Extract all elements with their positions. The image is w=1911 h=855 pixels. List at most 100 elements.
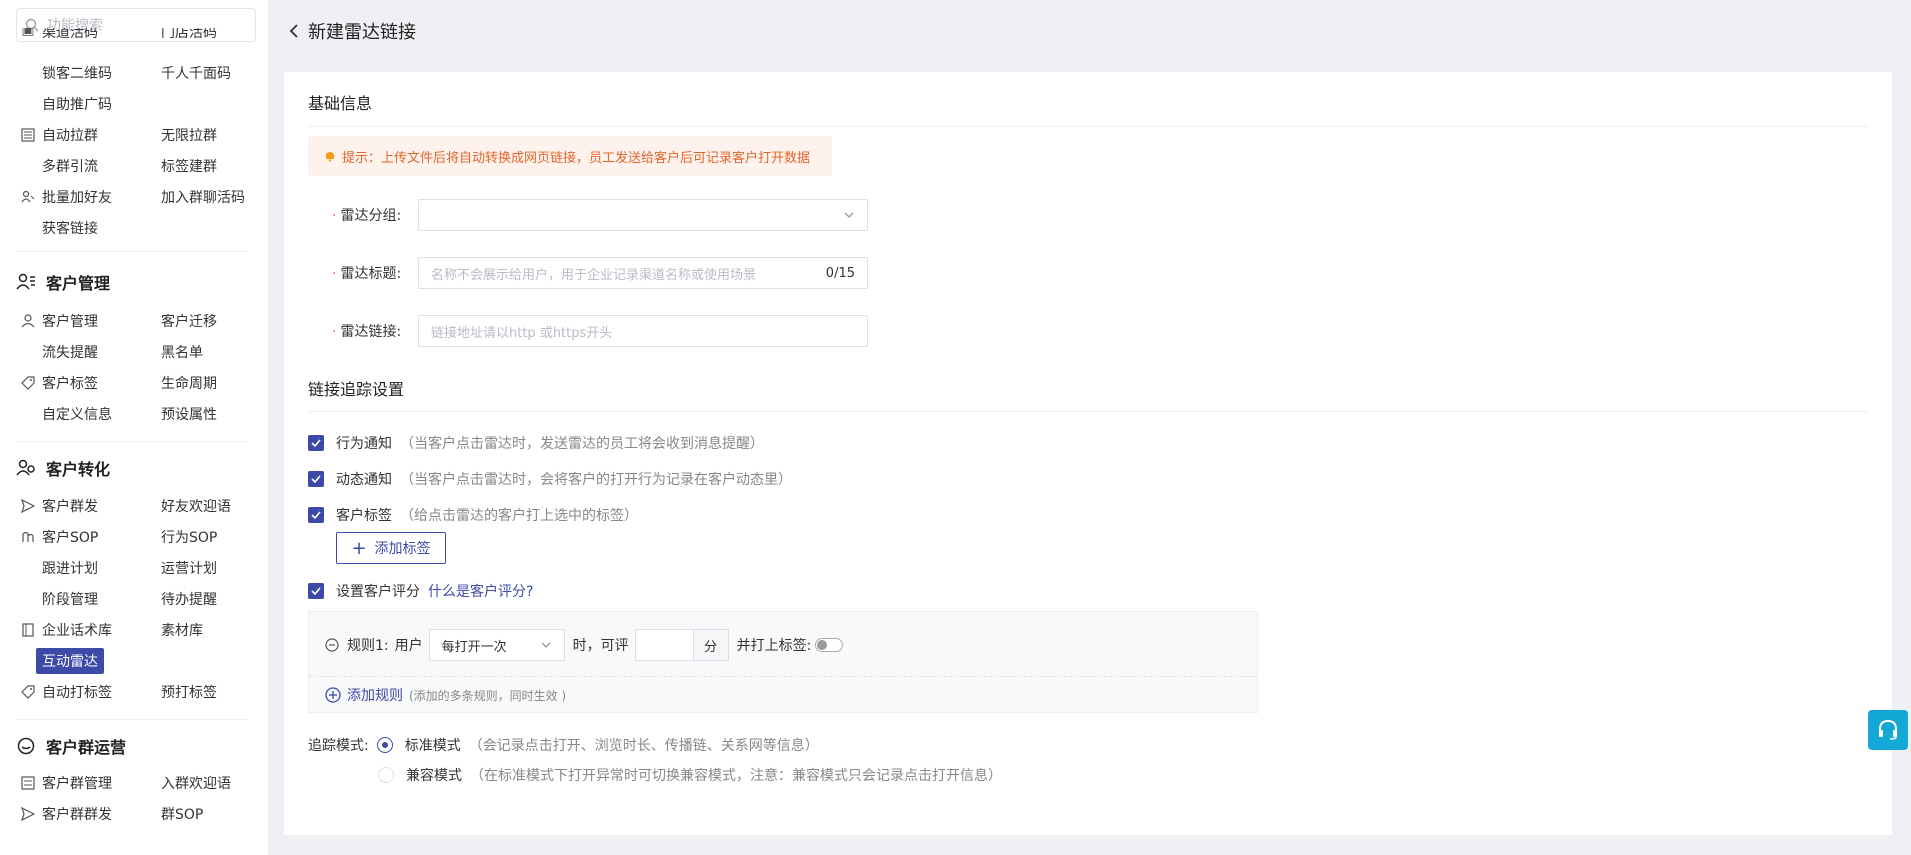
score-row: 设置客户评分 什么是客户评分? — [308, 581, 533, 601]
sidebar-item[interactable]: 锁客二维码 — [42, 63, 112, 83]
minus-circle-icon[interactable] — [325, 638, 339, 652]
rule-score-input[interactable] — [634, 629, 693, 661]
divider — [16, 251, 248, 252]
customer-service-button[interactable] — [1868, 710, 1908, 750]
sidebar-item[interactable]: 生命周期 — [161, 373, 217, 393]
sidebar-row: 互动雷达 — [0, 645, 268, 676]
sidebar-item[interactable]: 黑名单 — [161, 342, 203, 362]
sidebar-item[interactable]: 客户管理 — [42, 311, 98, 331]
sidebar-row: 自助推广码 — [0, 88, 268, 119]
title-input[interactable]: 名称不会展示给用户，用于企业记录渠道名称或使用场景 0/15 — [418, 257, 868, 289]
sidebar-item[interactable]: 客户群管理 — [42, 773, 112, 793]
dynamic-notify-checkbox[interactable] — [308, 471, 324, 487]
chevron-down-icon — [541, 642, 551, 648]
sidebar-item[interactable]: 自定义信息 — [42, 404, 112, 424]
link-input[interactable]: 链接地址请以http 或https开头 — [418, 315, 868, 347]
sidebar-item[interactable]: 客户迁移 — [161, 311, 217, 331]
behavior-notify-hint: （当客户点击雷达时，发送雷达的员工将会收到消息提醒） — [400, 436, 764, 452]
divider — [308, 126, 1868, 127]
group-select[interactable] — [418, 199, 868, 231]
plus-circle-icon — [325, 687, 341, 703]
rule-tag-toggle[interactable] — [815, 638, 844, 652]
divider — [308, 411, 1868, 412]
sidebar-item-store-code[interactable]: 门店活码 — [161, 28, 217, 42]
add-tag-button[interactable]: + 添加标签 — [336, 532, 446, 564]
sidebar-item[interactable]: 批量加好友 — [42, 187, 112, 207]
send-icon — [20, 806, 36, 822]
rule-user-label: 用户 — [394, 638, 423, 654]
sidebar-row: 客户SOP 行为SOP — [0, 521, 268, 552]
bell-icon — [326, 152, 334, 162]
sidebar-item-channel-code[interactable]: 渠道活码 — [42, 28, 98, 42]
group-label: · 雷达分组: — [332, 208, 402, 224]
sidebar-item[interactable]: 客户群发 — [42, 496, 98, 516]
add-friend-icon — [20, 189, 36, 205]
score-label: 设置客户评分 — [336, 584, 420, 600]
sidebar-item[interactable]: 流失提醒 — [42, 342, 98, 362]
sop-icon — [20, 529, 36, 545]
sidebar-item[interactable]: 跟进计划 — [42, 558, 98, 578]
sidebar-item[interactable]: 好友欢迎语 — [161, 496, 231, 516]
rule-box: 规则1: 用户 每打开一次 时，可评 分 并打上标签: 添加规则 (添加的多条规… — [308, 611, 1258, 713]
sidebar-item[interactable]: 自动打标签 — [42, 682, 112, 702]
dynamic-notify-label: 动态通知 — [336, 472, 392, 488]
sidebar-row: 自动拉群 无限拉群 — [0, 119, 268, 150]
dynamic-notify-row: 动态通知 （当客户点击雷达时，会将客户的打开行为记录在客户动态里） — [308, 469, 792, 489]
sidebar-row: 自定义信息 预设属性 — [0, 398, 268, 429]
sidebar-item[interactable]: 客户标签 — [42, 373, 98, 393]
rule-tag-label: 并打上标签: — [736, 638, 812, 654]
add-rule-button[interactable]: 添加规则 (添加的多条规则，同时生效 ) — [325, 685, 566, 705]
tip-banner: 提示：上传文件后将自动转换成网页链接，员工发送给客户后可记录客户打开数据 — [308, 136, 832, 176]
sidebar-item[interactable]: 企业话术库 — [42, 620, 112, 640]
sidebar-item[interactable]: 获客链接 — [42, 218, 98, 238]
divider — [16, 719, 248, 720]
standard-mode-radio[interactable] — [376, 737, 393, 753]
tag-icon — [20, 684, 36, 700]
qrcode-icon: ▣ — [21, 28, 35, 38]
sidebar-item[interactable]: 预打标签 — [161, 682, 217, 702]
behavior-notify-checkbox[interactable] — [308, 435, 324, 451]
sidebar-item[interactable]: 客户SOP — [42, 527, 98, 547]
sidebar-row: 多群引流 标签建群 — [0, 150, 268, 181]
sidebar-item[interactable]: 群SOP — [161, 804, 203, 824]
sidebar-item[interactable]: 自助推广码 — [42, 94, 112, 114]
what-is-score-link[interactable]: 什么是客户评分? — [428, 581, 533, 601]
sidebar-item[interactable]: 行为SOP — [161, 527, 217, 547]
sidebar-row-partial: ▣ 渠道活码 门店活码 — [0, 28, 268, 44]
user-icon — [20, 313, 36, 329]
compat-mode-label: 兼容模式 — [406, 768, 462, 784]
sidebar-item[interactable]: 阶段管理 — [42, 589, 98, 609]
sidebar-item[interactable]: 多群引流 — [42, 156, 98, 176]
score-checkbox[interactable] — [308, 583, 324, 599]
link-label: · 雷达链接: — [332, 324, 402, 340]
back-chevron-icon[interactable] — [288, 23, 300, 39]
sidebar-item[interactable]: 素材库 — [161, 620, 203, 640]
sidebar-row: 批量加好友 加入群聊活码 — [0, 181, 268, 212]
rule-frequency-select[interactable]: 每打开一次 — [428, 629, 565, 661]
sidebar-item[interactable]: 自动拉群 — [42, 125, 98, 145]
sidebar-item[interactable]: 客户群群发 — [42, 804, 112, 824]
section-title: 客户管理 — [46, 274, 111, 293]
rule-name: 规则1: — [347, 638, 389, 654]
sidebar-item[interactable]: 无限拉群 — [161, 125, 217, 145]
rule-frequency-value: 每打开一次 — [441, 639, 507, 655]
sidebar: 功能搜索 ▣ 渠道活码 门店活码 锁客二维码 千人千面码 自助推广码 自动拉群 … — [0, 0, 268, 855]
customer-tag-checkbox[interactable] — [308, 507, 324, 523]
sidebar-item[interactable]: 运营计划 — [161, 558, 217, 578]
sidebar-row: 获客链接 — [0, 212, 268, 243]
sidebar-item[interactable]: 加入群聊活码 — [161, 187, 245, 207]
sidebar-item[interactable]: 待办提醒 — [161, 589, 217, 609]
customer-tag-hint: （给点击雷达的客户打上选中的标签） — [400, 508, 638, 524]
form-card: 基础信息 提示：上传文件后将自动转换成网页链接，员工发送给客户后可记录客户打开数… — [284, 72, 1892, 835]
sidebar-item[interactable]: 入群欢迎语 — [161, 773, 231, 793]
sidebar-item-interactive-radar[interactable]: 互动雷达 — [36, 647, 104, 674]
add-tag-label: 添加标签 — [374, 541, 431, 557]
divider — [16, 441, 248, 442]
sidebar-item[interactable]: 预设属性 — [161, 404, 217, 424]
sidebar-item[interactable]: 标签建群 — [161, 156, 217, 176]
add-rule-hint: (添加的多条规则，同时生效 ) — [409, 688, 567, 703]
sidebar-row: 客户群群发 群SOP — [0, 798, 268, 829]
sidebar-item[interactable]: 千人千面码 — [161, 63, 231, 83]
compat-mode-radio[interactable] — [378, 767, 394, 783]
customer-tag-row: 客户标签 （给点击雷达的客户打上选中的标签） — [308, 505, 638, 525]
